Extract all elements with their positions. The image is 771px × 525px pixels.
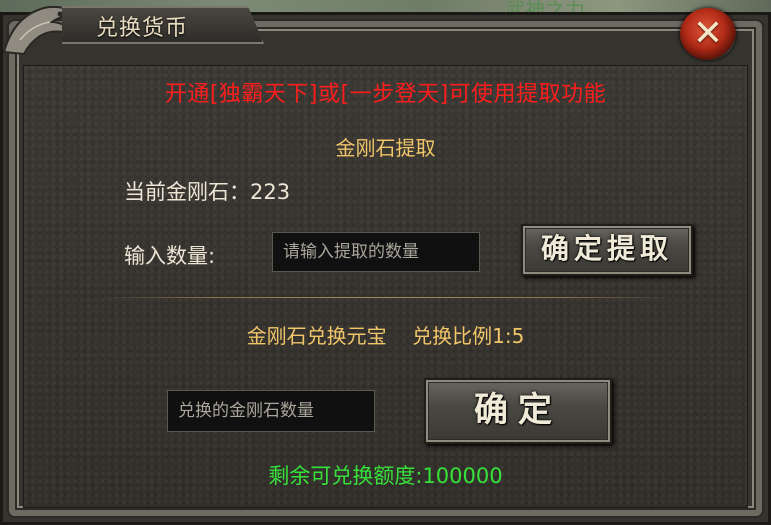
- exchange-quantity-input[interactable]: [167, 390, 375, 432]
- extract-section-title: 金刚石提取: [335, 136, 436, 160]
- extract-quantity-input[interactable]: [272, 232, 480, 272]
- exchange-section-title: 金刚石兑换元宝 兑换比例1:5: [0, 320, 771, 349]
- window-title: 兑换货币: [96, 16, 189, 41]
- confirm-exchange-button[interactable]: 确定: [424, 378, 612, 444]
- current-diamond-row: 当前金刚石：223: [124, 176, 290, 206]
- vip-notice: 开通[独霸天下]或[一步登天]可使用提取功能: [164, 82, 607, 107]
- confirm-extract-button[interactable]: 确定提取: [521, 224, 693, 276]
- current-diamond-label: 当前金刚石：: [124, 180, 250, 204]
- close-button[interactable]: ✕: [680, 8, 736, 60]
- current-diamond-value: 223: [250, 180, 291, 204]
- section-divider: [100, 297, 671, 298]
- close-icon: ✕: [692, 13, 724, 54]
- remaining-quota: 剩余可兑换额度:100000: [268, 464, 503, 488]
- exchange-title-text: 金刚石兑换元宝 兑换比例1:5: [246, 324, 525, 348]
- quantity-label: 输入数量:: [124, 244, 216, 268]
